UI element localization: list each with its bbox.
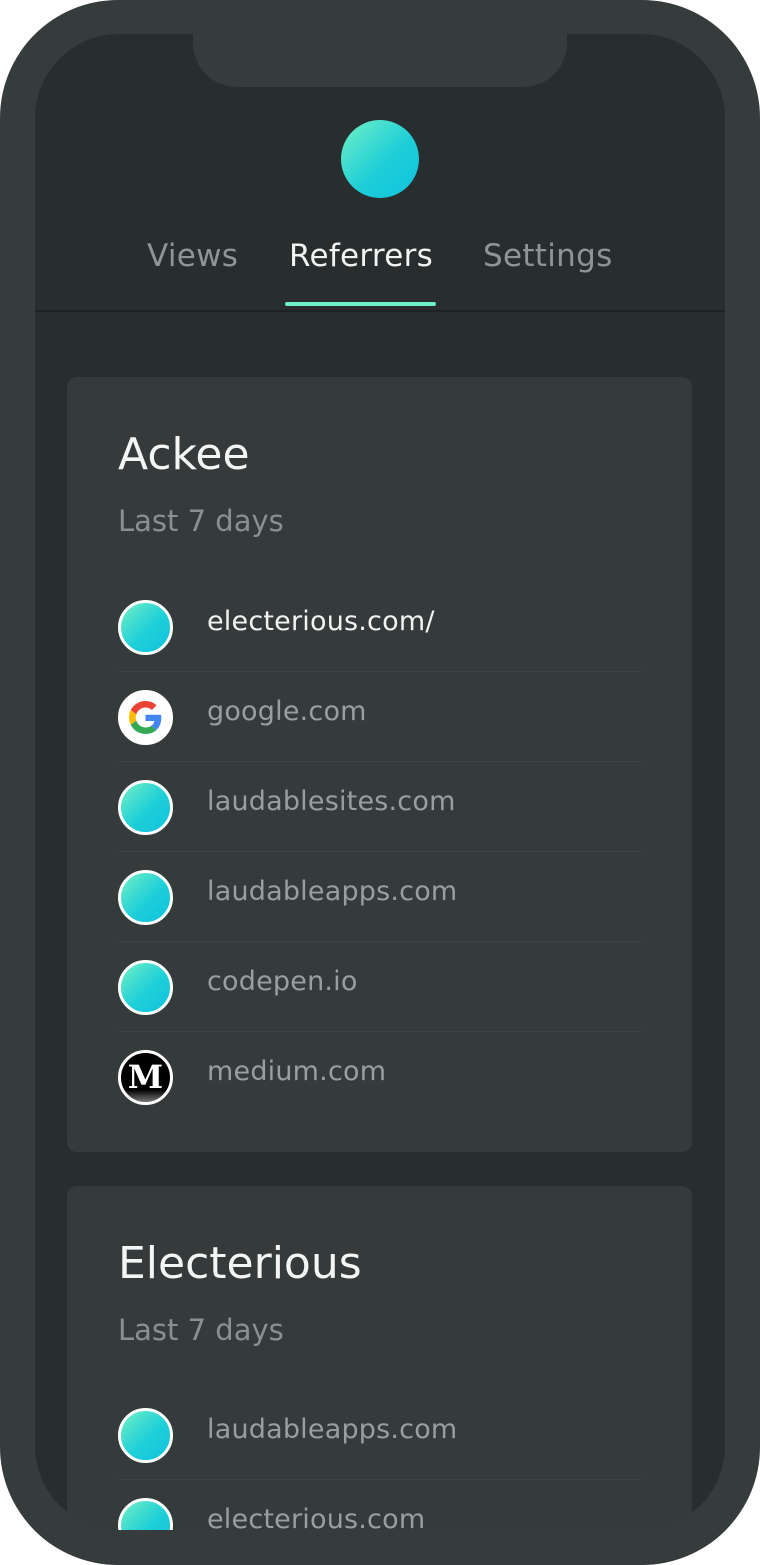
tab-views[interactable]: Views	[147, 238, 238, 274]
referrer-label: medium.com	[207, 1056, 387, 1087]
referrer-label: laudablesites.com	[207, 786, 456, 817]
ackee-logo	[341, 120, 419, 198]
referrer-list: electerious.com/ google.com laudablesite…	[118, 582, 642, 1122]
referrer-row[interactable]: google.com	[118, 672, 642, 762]
tab-bar: Views Referrers Settings	[35, 230, 725, 310]
referrer-row[interactable]: laudableapps.com	[118, 1390, 642, 1480]
referrer-label: laudableapps.com	[207, 876, 458, 907]
card-subtitle: Last 7 days	[118, 504, 284, 538]
gradient-circle-icon	[118, 870, 173, 925]
referrer-card-ackee: Ackee Last 7 days electerious.com/ googl…	[67, 377, 692, 1152]
referrer-label: laudableapps.com	[207, 1414, 458, 1445]
referrer-card-electerious: Electerious Last 7 days laudableapps.com…	[67, 1186, 692, 1530]
medium-icon: M	[118, 1050, 173, 1105]
card-title: Electerious	[118, 1238, 362, 1289]
referrer-row[interactable]: laudablesites.com	[118, 762, 642, 852]
referrer-label: codepen.io	[207, 966, 358, 997]
card-subtitle: Last 7 days	[118, 1313, 284, 1347]
tab-referrers[interactable]: Referrers	[289, 238, 433, 274]
referrer-row[interactable]: M medium.com	[118, 1032, 642, 1122]
gradient-circle-icon	[118, 1408, 173, 1463]
referrer-row[interactable]: laudableapps.com	[118, 852, 642, 942]
referrer-row[interactable]: codepen.io	[118, 942, 642, 1032]
tab-settings[interactable]: Settings	[483, 238, 613, 274]
phone-frame: Views Referrers Settings Ackee Last 7 da…	[0, 0, 760, 1565]
referrer-row[interactable]: electerious.com/	[118, 582, 642, 672]
referrer-row[interactable]: electerious.com	[118, 1480, 642, 1530]
referrer-list: laudableapps.com electerious.com	[118, 1390, 642, 1530]
referrer-label: google.com	[207, 696, 367, 727]
phone-notch	[193, 34, 567, 87]
gradient-circle-icon	[118, 600, 173, 655]
referrer-label: electerious.com	[207, 1504, 426, 1530]
gradient-circle-icon	[118, 960, 173, 1015]
referrer-label: electerious.com/	[207, 606, 435, 637]
google-icon	[118, 690, 173, 745]
active-tab-indicator	[285, 302, 436, 306]
app-screen: Views Referrers Settings Ackee Last 7 da…	[35, 34, 725, 1530]
gradient-circle-icon	[118, 1498, 173, 1530]
gradient-circle-icon	[118, 780, 173, 835]
card-title: Ackee	[118, 429, 250, 480]
